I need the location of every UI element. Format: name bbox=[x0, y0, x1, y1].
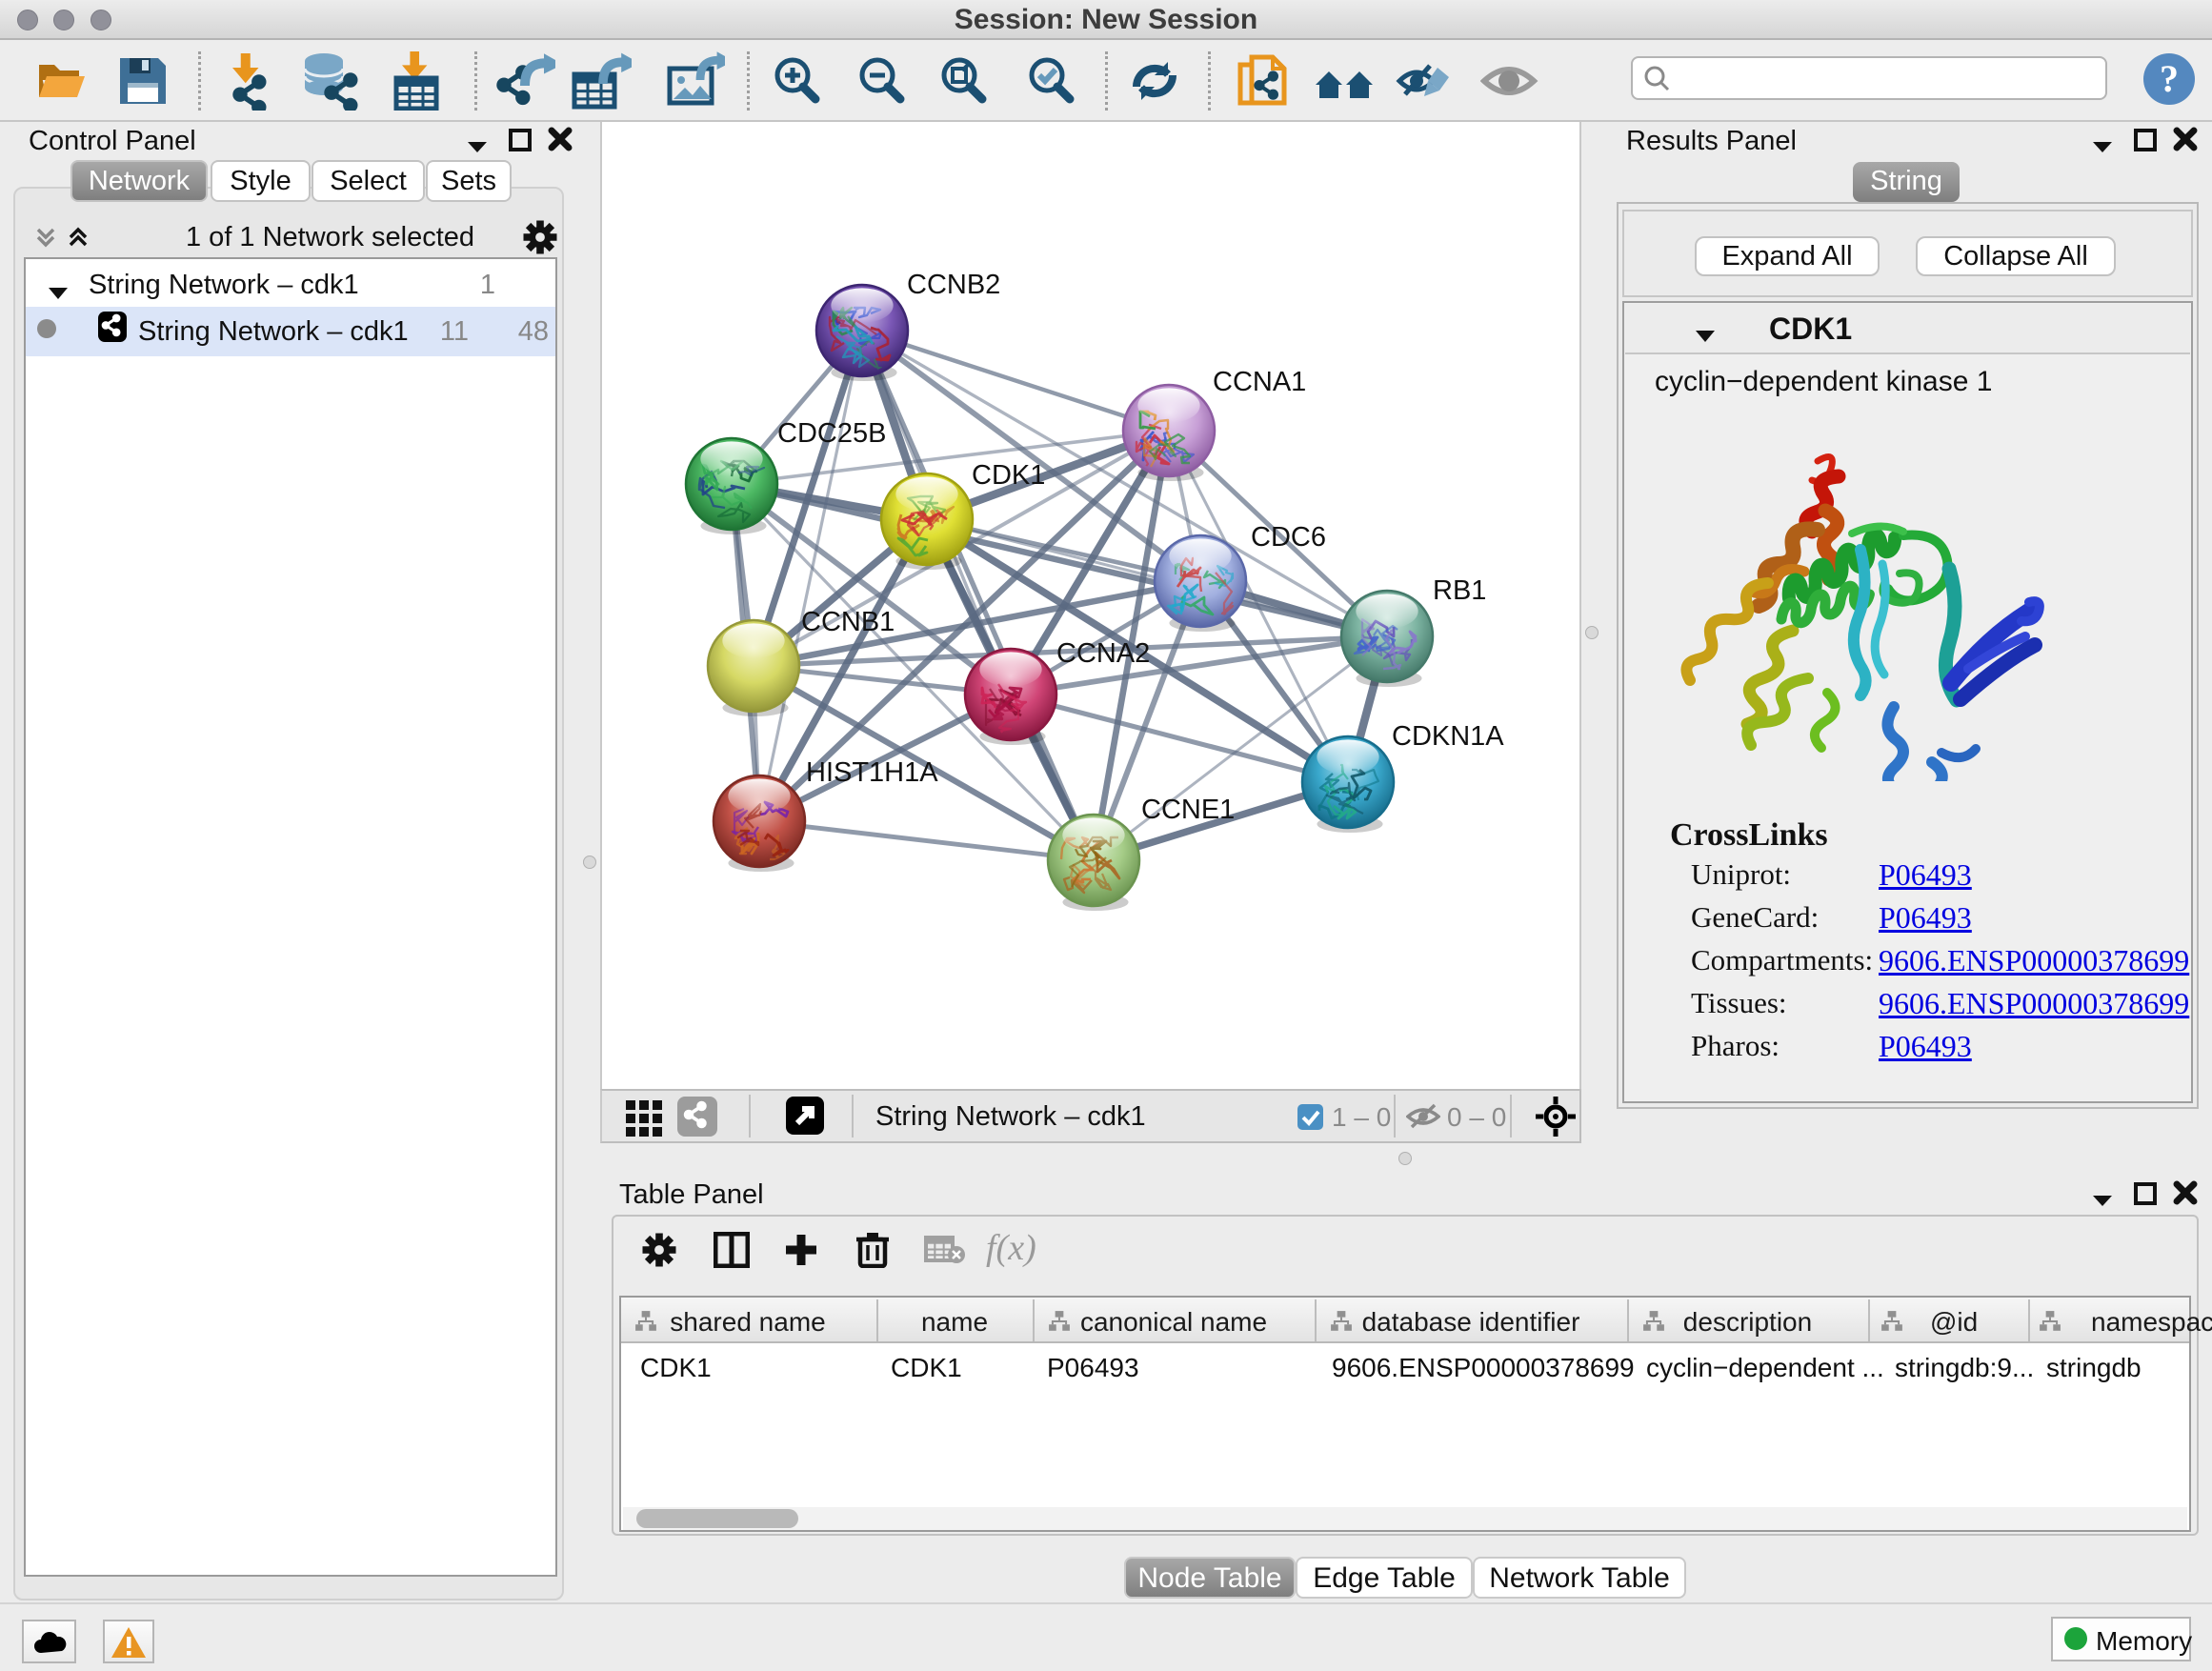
svg-text:CCNB2: CCNB2 bbox=[907, 270, 1000, 300]
svg-text:CCNB1: CCNB1 bbox=[801, 607, 895, 637]
svg-text:CDC6: CDC6 bbox=[1251, 522, 1326, 553]
svg-text:CCNA2: CCNA2 bbox=[1056, 638, 1150, 669]
svg-text:CDC25B: CDC25B bbox=[777, 418, 886, 449]
svg-text:CDK1: CDK1 bbox=[972, 460, 1045, 491]
svg-text:CDKN1A: CDKN1A bbox=[1392, 721, 1504, 752]
svg-text:RB1: RB1 bbox=[1433, 575, 1486, 606]
svg-text:HIST1H1A: HIST1H1A bbox=[806, 757, 938, 788]
svg-text:CCNE1: CCNE1 bbox=[1141, 795, 1235, 825]
svg-text:CCNA1: CCNA1 bbox=[1213, 367, 1306, 397]
